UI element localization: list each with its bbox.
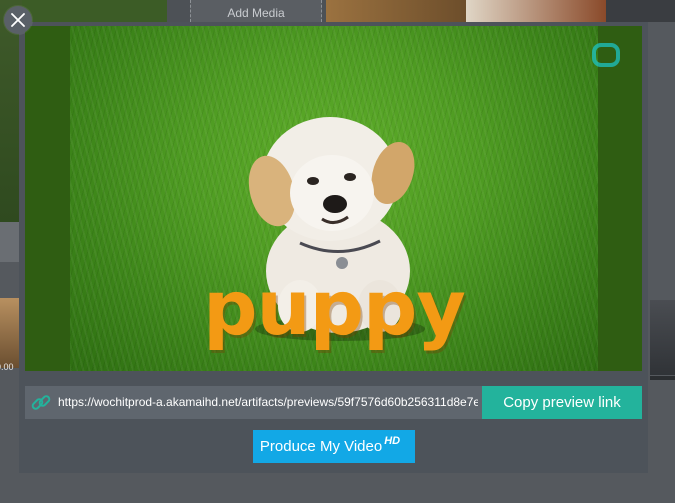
background-media-thumbnail <box>606 0 675 22</box>
link-icon <box>31 395 51 410</box>
background-timeline-track <box>650 376 675 380</box>
close-modal-button[interactable] <box>4 6 32 34</box>
background-clip-duration: 0.00 <box>0 362 14 372</box>
background-media-thumbnail <box>466 0 606 22</box>
background-media-thumbnail <box>22 0 167 22</box>
background-add-media-button: Add Media <box>190 0 322 22</box>
background-media-thumbnail <box>326 0 466 22</box>
background-timeline-clip <box>0 298 20 368</box>
background-footer <box>0 473 675 503</box>
preview-link-row: https://wochitprod-a.akamaihd.net/artifa… <box>25 386 642 419</box>
produce-button-label: Produce My Video <box>259 438 383 455</box>
hd-badge: HD <box>384 435 401 447</box>
produce-my-video-button[interactable]: Produce My Video HD <box>253 430 415 463</box>
preview-link-url[interactable]: https://wochitprod-a.akamaihd.net/artifa… <box>58 386 478 419</box>
rounded-square-logo-icon <box>592 43 620 67</box>
copy-preview-link-button[interactable]: Copy preview link <box>482 386 642 419</box>
background-panel <box>0 222 20 262</box>
video-frame: puppy <box>70 26 598 371</box>
video-preview-player[interactable]: puppy <box>25 26 642 371</box>
preview-modal: puppy https://wochitprod-a.akamaihd.net/… <box>19 22 648 473</box>
video-caption-text: puppy <box>203 263 466 352</box>
background-timeline-clip <box>650 300 675 375</box>
close-icon <box>11 13 25 27</box>
